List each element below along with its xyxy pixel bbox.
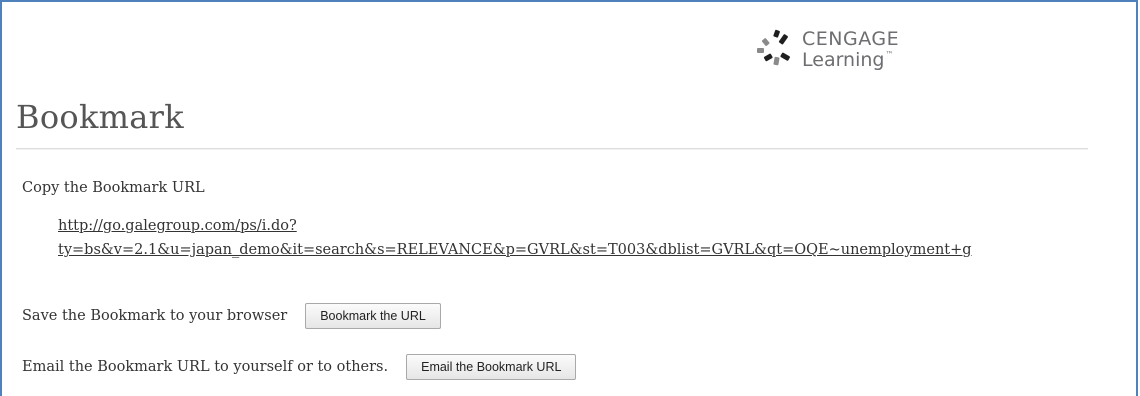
email-bookmark-row: Email the Bookmark URL to yourself or to… [22,354,577,380]
title-divider [16,148,1088,150]
cengage-logo-text: CENGAGE Learning™ [802,30,899,70]
logo-subname: Learning™ [802,51,899,70]
save-bookmark-row: Save the Bookmark to your browser Bookma… [22,303,441,329]
save-bookmark-label: Save the Bookmark to your browser [22,308,288,324]
bookmark-url-link[interactable]: http://go.galegroup.com/ps/i.do? ty=bs&v… [58,214,1098,262]
email-bookmark-label: Email the Bookmark URL to yourself or to… [22,359,389,375]
logo-subname-text: Learning [802,49,885,71]
bookmark-the-url-button[interactable]: Bookmark the URL [305,303,441,329]
bookmark-url-line1: http://go.galegroup.com/ps/i.do? [58,218,297,234]
cengage-logo: CENGAGE Learning™ [754,28,899,72]
cengage-logo-icon [754,28,798,72]
email-the-bookmark-url-button[interactable]: Email the Bookmark URL [406,354,577,380]
logo-trademark: ™ [885,50,894,59]
bookmark-dialog: CENGAGE Learning™ Bookmark Copy the Book… [0,0,1138,396]
logo-name: CENGAGE [802,28,900,50]
copy-url-label: Copy the Bookmark URL [22,180,205,196]
page-title: Bookmark [16,98,184,136]
bookmark-url-line2: ty=bs&v=2.1&u=japan_demo&it=search&s=REL… [58,242,972,258]
